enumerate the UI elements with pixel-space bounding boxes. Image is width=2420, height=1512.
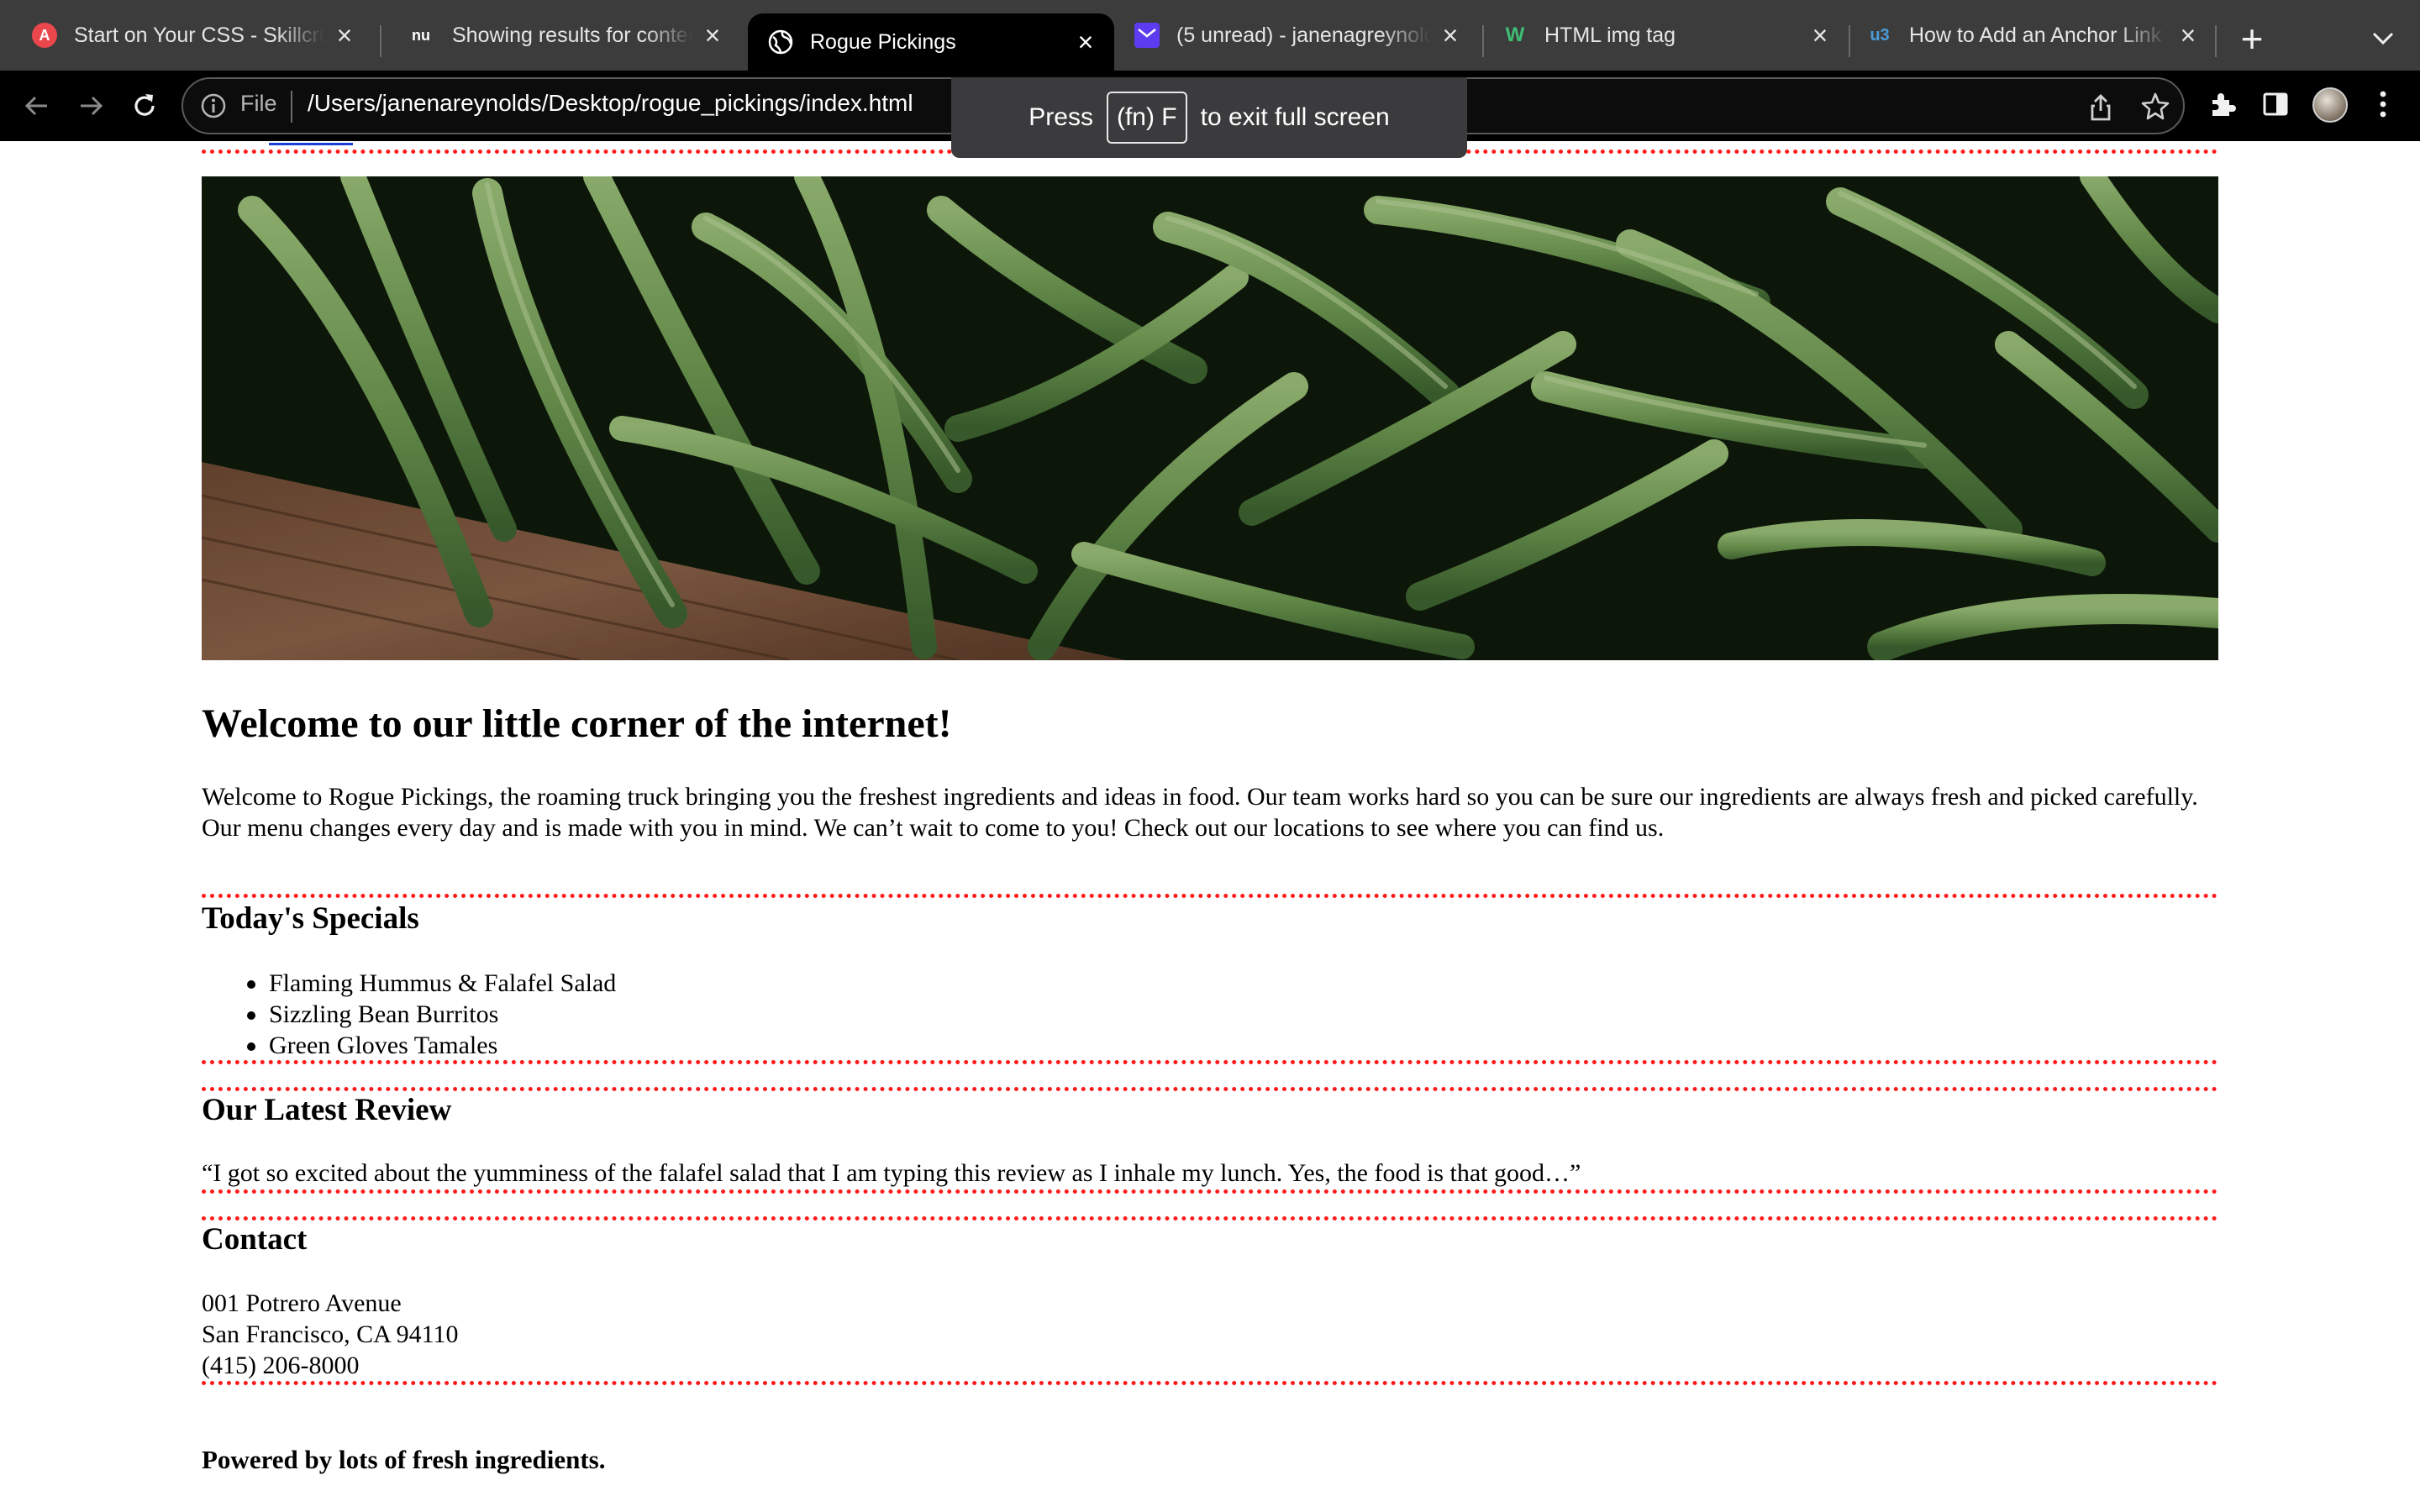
toast-suffix: to exit full screen (1200, 103, 1390, 131)
side-panel-icon[interactable] (2259, 87, 2292, 121)
url-text[interactable]: /Users/janenareynolds/Desktop/rogue_pick… (308, 90, 913, 117)
keyboard-key: (fn) F (1106, 92, 1187, 144)
share-icon[interactable] (2086, 92, 2116, 123)
w3-blue-favicon-icon: u3 (1870, 25, 1890, 45)
list-item: Sizzling Bean Burritos (202, 999, 616, 1030)
address-line: San Francisco, CA 94110 (202, 1320, 459, 1348)
section-divider (202, 1216, 2218, 1221)
toast-prefix: Press (1028, 103, 1093, 131)
back-icon[interactable] (17, 86, 57, 126)
section-divider (202, 1189, 2218, 1194)
specials-list: Flaming Hummus & Falafel Salad Sizzling … (202, 968, 616, 1061)
profile-avatar[interactable] (2312, 87, 2348, 123)
close-tab-icon[interactable]: × (1807, 20, 1833, 50)
contact-heading: Contact (202, 1222, 308, 1257)
close-tab-icon[interactable]: × (331, 20, 358, 50)
close-tab-icon[interactable]: × (1437, 20, 1464, 50)
tab-anchor-link[interactable]: u3 How to Add an Anchor Link × (1850, 0, 2217, 71)
section-divider (202, 1381, 2218, 1385)
w3-favicon-icon: W (1505, 24, 1525, 46)
tab-list-icon[interactable] (2363, 18, 2403, 59)
contact-address: 001 Potrero Avenue San Francisco, CA 941… (202, 1288, 459, 1381)
tab-strip: A Start on Your CSS - Skillcrush × nu Sh… (0, 0, 2420, 71)
fullscreen-exit-toast: Press (fn) F to exit full screen (951, 77, 1467, 158)
specials-heading: Today's Specials (202, 901, 419, 936)
tab-title: HTML img tag (1544, 23, 1676, 47)
tab-title: Rogue Pickings (810, 29, 956, 54)
tab-html-img[interactable]: W HTML img tag × (1484, 0, 1849, 71)
section-divider (202, 1087, 2218, 1091)
forward-icon[interactable] (71, 86, 111, 126)
list-item: Green Gloves Tamales (202, 1030, 616, 1061)
close-tab-icon[interactable]: × (2175, 20, 2202, 50)
section-divider (202, 1060, 2218, 1064)
extensions-icon[interactable] (2205, 87, 2238, 121)
nu-favicon-icon: nu (412, 26, 430, 44)
tab-search-results[interactable]: nu Showing results for content × (375, 0, 741, 71)
review-quote: “I got so excited about the yumminess of… (202, 1159, 1581, 1187)
close-tab-icon[interactable]: × (699, 20, 726, 50)
tab-title: Start on Your CSS - Skillcrush (74, 23, 324, 47)
footer-text: Powered by lots of fresh ingredients. (202, 1445, 606, 1474)
address-line: 001 Potrero Avenue (202, 1289, 402, 1317)
tab-divider (2215, 25, 2217, 57)
section-divider (202, 894, 2218, 898)
kebab-menu-icon[interactable] (2366, 87, 2400, 121)
star-icon[interactable] (2139, 91, 2171, 123)
info-icon[interactable] (200, 92, 227, 119)
globe-icon (768, 29, 793, 55)
tab-title: (5 unread) - janenagreynolds (1176, 23, 1430, 47)
welcome-paragraph: Welcome to Rogue Pickings, the roaming t… (202, 783, 2198, 842)
tab-email[interactable]: (5 unread) - janenagreynolds × (1118, 0, 1479, 71)
reload-icon[interactable] (124, 86, 165, 126)
omnibox-divider (291, 91, 292, 123)
new-tab-icon[interactable]: + (2232, 17, 2272, 60)
hero-image (202, 176, 2218, 660)
skillcrush-favicon-icon: A (32, 23, 57, 48)
tab-title: How to Add an Anchor Link (1909, 23, 2162, 47)
welcome-heading: Welcome to our little corner of the inte… (202, 701, 952, 746)
close-tab-icon[interactable]: × (1072, 27, 1099, 57)
tab-rogue-pickings[interactable]: Rogue Pickings × (748, 13, 1114, 71)
green-beans-photo (202, 176, 2218, 660)
scrolled-link-underline (269, 143, 353, 145)
scheme-label: File (240, 91, 277, 116)
review-heading: Our Latest Review (202, 1093, 452, 1127)
list-item: Flaming Hummus & Falafel Salad (202, 968, 616, 999)
mail-favicon-icon (1134, 23, 1160, 48)
phone-number: (415) 206-8000 (202, 1352, 360, 1379)
tab-skillcrush[interactable]: A Start on Your CSS - Skillcrush × (0, 0, 373, 71)
tab-title: Showing results for content (452, 23, 692, 47)
